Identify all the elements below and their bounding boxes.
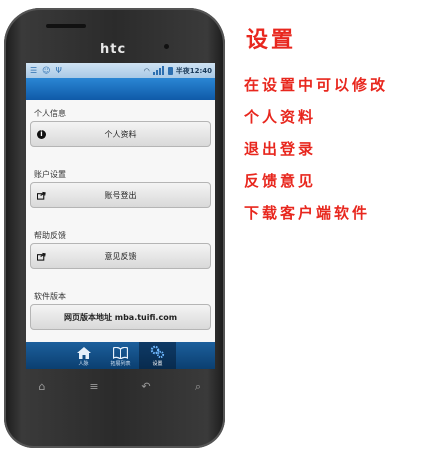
phone-frame: htc ☰ ☺ Ψ ◠ 半夜12:40 个人信息 i 个人资料 账户设置 账号登… — [4, 8, 225, 448]
phone-brand-logo: htc — [100, 42, 127, 57]
notification-icon: ☰ — [30, 66, 38, 75]
section-label-profile: 个人信息 — [34, 109, 66, 118]
back-key-icon[interactable]: ↶ — [134, 380, 158, 394]
menu-key-icon[interactable]: ≡ — [82, 380, 106, 394]
gear-icon — [150, 345, 165, 359]
annotation-item: 下载客户端软件 — [244, 204, 371, 222]
feedback-icon — [37, 252, 46, 261]
bottom-tab-bar: 人脉 拓展列表 设置 — [26, 342, 215, 369]
profile-button[interactable]: i 个人资料 — [30, 121, 211, 147]
book-icon — [113, 347, 128, 359]
signal-icon — [152, 66, 165, 75]
web-version-link[interactable]: 网页版本地址 mba.tuifi.com — [30, 304, 211, 330]
annotation-item: 在设置中可以修改 — [244, 76, 389, 94]
logout-icon — [37, 191, 46, 200]
feedback-button[interactable]: 意见反馈 — [30, 243, 211, 269]
header-bar — [26, 78, 215, 100]
profile-button-label: 个人资料 — [104, 129, 137, 139]
web-version-label: 网页版本地址 mba.tuifi.com — [63, 312, 178, 322]
feedback-button-label: 意见反馈 — [104, 251, 137, 261]
earpiece-speaker — [46, 24, 86, 28]
section-label-account: 账户设置 — [34, 170, 66, 179]
section-label-help: 帮助反馈 — [34, 231, 66, 240]
settings-list: 个人信息 i 个人资料 账户设置 账号登出 帮助反馈 意见反馈 软件版本 网页版… — [26, 100, 215, 342]
battery-icon — [167, 66, 173, 75]
tab-contacts-label: 人脉 — [78, 361, 89, 367]
status-bar: ☰ ☺ Ψ ◠ 半夜12:40 — [26, 63, 215, 78]
tab-settings-label: 设置 — [152, 361, 163, 367]
logout-button-label: 账号登出 — [104, 190, 137, 200]
tab-settings[interactable]: 设置 — [139, 342, 176, 369]
phone-screen: ☰ ☺ Ψ ◠ 半夜12:40 个人信息 i 个人资料 账户设置 账号登出 帮助… — [26, 63, 215, 369]
search-key-icon[interactable]: ⌕ — [186, 380, 210, 394]
annotation-item: 反馈意见 — [244, 172, 317, 190]
annotation-item: 退出登录 — [244, 140, 317, 158]
section-label-version: 软件版本 — [34, 292, 66, 301]
wifi-icon: ◠ — [143, 66, 150, 75]
status-time: 半夜12:40 — [175, 66, 212, 75]
tab-contacts[interactable]: 人脉 — [65, 342, 102, 369]
tab-expand-list[interactable]: 拓展列表 — [102, 342, 139, 369]
info-icon: i — [37, 130, 46, 139]
logout-button[interactable]: 账号登出 — [30, 182, 211, 208]
usb-icon: Ψ — [55, 66, 62, 75]
annotation-item: 个人资料 — [244, 108, 317, 126]
home-key-icon[interactable]: ⌂ — [30, 380, 54, 394]
annotation-title: 设置 — [246, 27, 297, 53]
home-icon — [76, 347, 91, 359]
android-icon: ☺ — [42, 66, 51, 75]
tab-expand-list-label: 拓展列表 — [110, 361, 131, 367]
hardware-keys: ⌂ ≡ ↶ ⌕ — [30, 380, 210, 394]
front-camera — [164, 44, 169, 49]
